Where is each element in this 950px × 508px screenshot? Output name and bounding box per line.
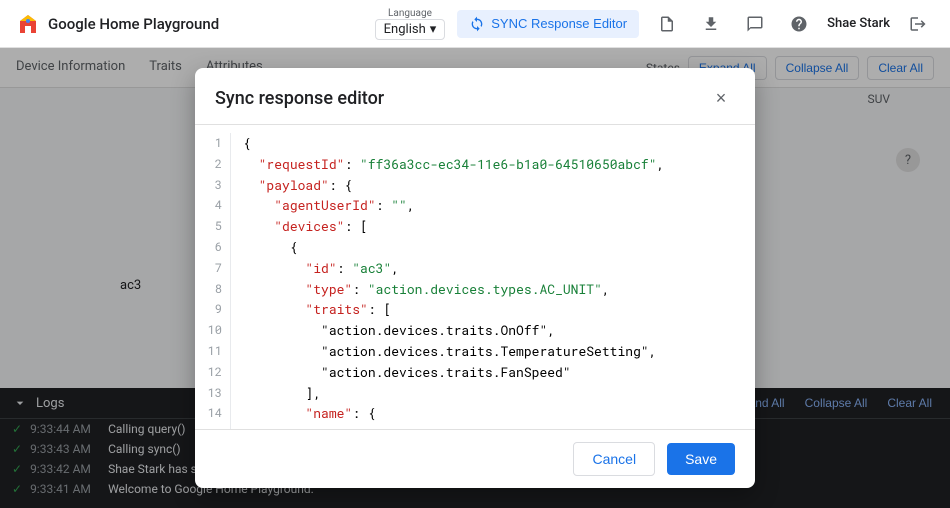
code-line: { <box>243 133 743 154</box>
code-line: ], <box>243 383 743 404</box>
navbar-logo: Google Home Playground <box>16 12 219 36</box>
chevron-down-icon: ▾ <box>430 22 437 37</box>
sync-btn-label: SYNC Response Editor <box>491 16 627 31</box>
navbar: Google Home Playground Language English … <box>0 0 950 48</box>
code-line: { <box>243 237 743 258</box>
language-label: Language <box>388 8 432 19</box>
code-line: "agentUserId": "", <box>243 195 743 216</box>
line-numbers: 12345678910111213141516 <box>195 133 231 429</box>
google-home-icon <box>16 12 40 36</box>
language-selector[interactable]: Language English ▾ <box>375 8 446 40</box>
logout-icon[interactable] <box>902 8 934 40</box>
code-line: "traits": [ <box>243 299 743 320</box>
sync-response-editor-button[interactable]: SYNC Response Editor <box>457 10 639 38</box>
modal-header: Sync response editor × <box>195 68 755 125</box>
app-title: Google Home Playground <box>48 15 219 33</box>
code-editor[interactable]: 12345678910111213141516 { "requestId": "… <box>195 125 755 429</box>
code-line: "payload": { <box>243 175 743 196</box>
code-line: "action.devices.traits.FanSpeed" <box>243 362 743 383</box>
code-line: "devices": [ <box>243 216 743 237</box>
feedback-icon[interactable] <box>739 8 771 40</box>
code-line: "action.devices.traits.TemperatureSettin… <box>243 341 743 362</box>
sync-icon <box>469 16 485 32</box>
code-line: "requestId": "ff36a3cc-ec34-11e6-b1a0-64… <box>243 154 743 175</box>
user-name: Shae Stark <box>827 16 890 31</box>
save-button[interactable]: Save <box>667 443 735 475</box>
modal-body[interactable]: 12345678910111213141516 { "requestId": "… <box>195 125 755 429</box>
language-dropdown[interactable]: English ▾ <box>375 19 446 40</box>
code-line: "action.devices.traits.OnOff", <box>243 320 743 341</box>
modal-title: Sync response editor <box>215 88 384 109</box>
help-icon[interactable] <box>783 8 815 40</box>
code-line: "name": { <box>243 403 743 424</box>
cancel-button[interactable]: Cancel <box>573 442 655 476</box>
code-line: "type": "action.devices.types.AC_UNIT", <box>243 279 743 300</box>
modal-close-button[interactable]: × <box>707 84 735 112</box>
download-icon[interactable] <box>695 8 727 40</box>
sync-response-editor-modal: Sync response editor × 12345678910111213… <box>195 68 755 488</box>
upload-icon[interactable] <box>651 8 683 40</box>
main-content: Device Information Traits Attributes Sta… <box>0 48 950 508</box>
code-content[interactable]: { "requestId": "ff36a3cc-ec34-11e6-b1a0-… <box>231 133 755 429</box>
language-value: English <box>384 22 426 37</box>
modal-footer: Cancel Save <box>195 429 755 488</box>
code-line: "id": "ac3", <box>243 258 743 279</box>
